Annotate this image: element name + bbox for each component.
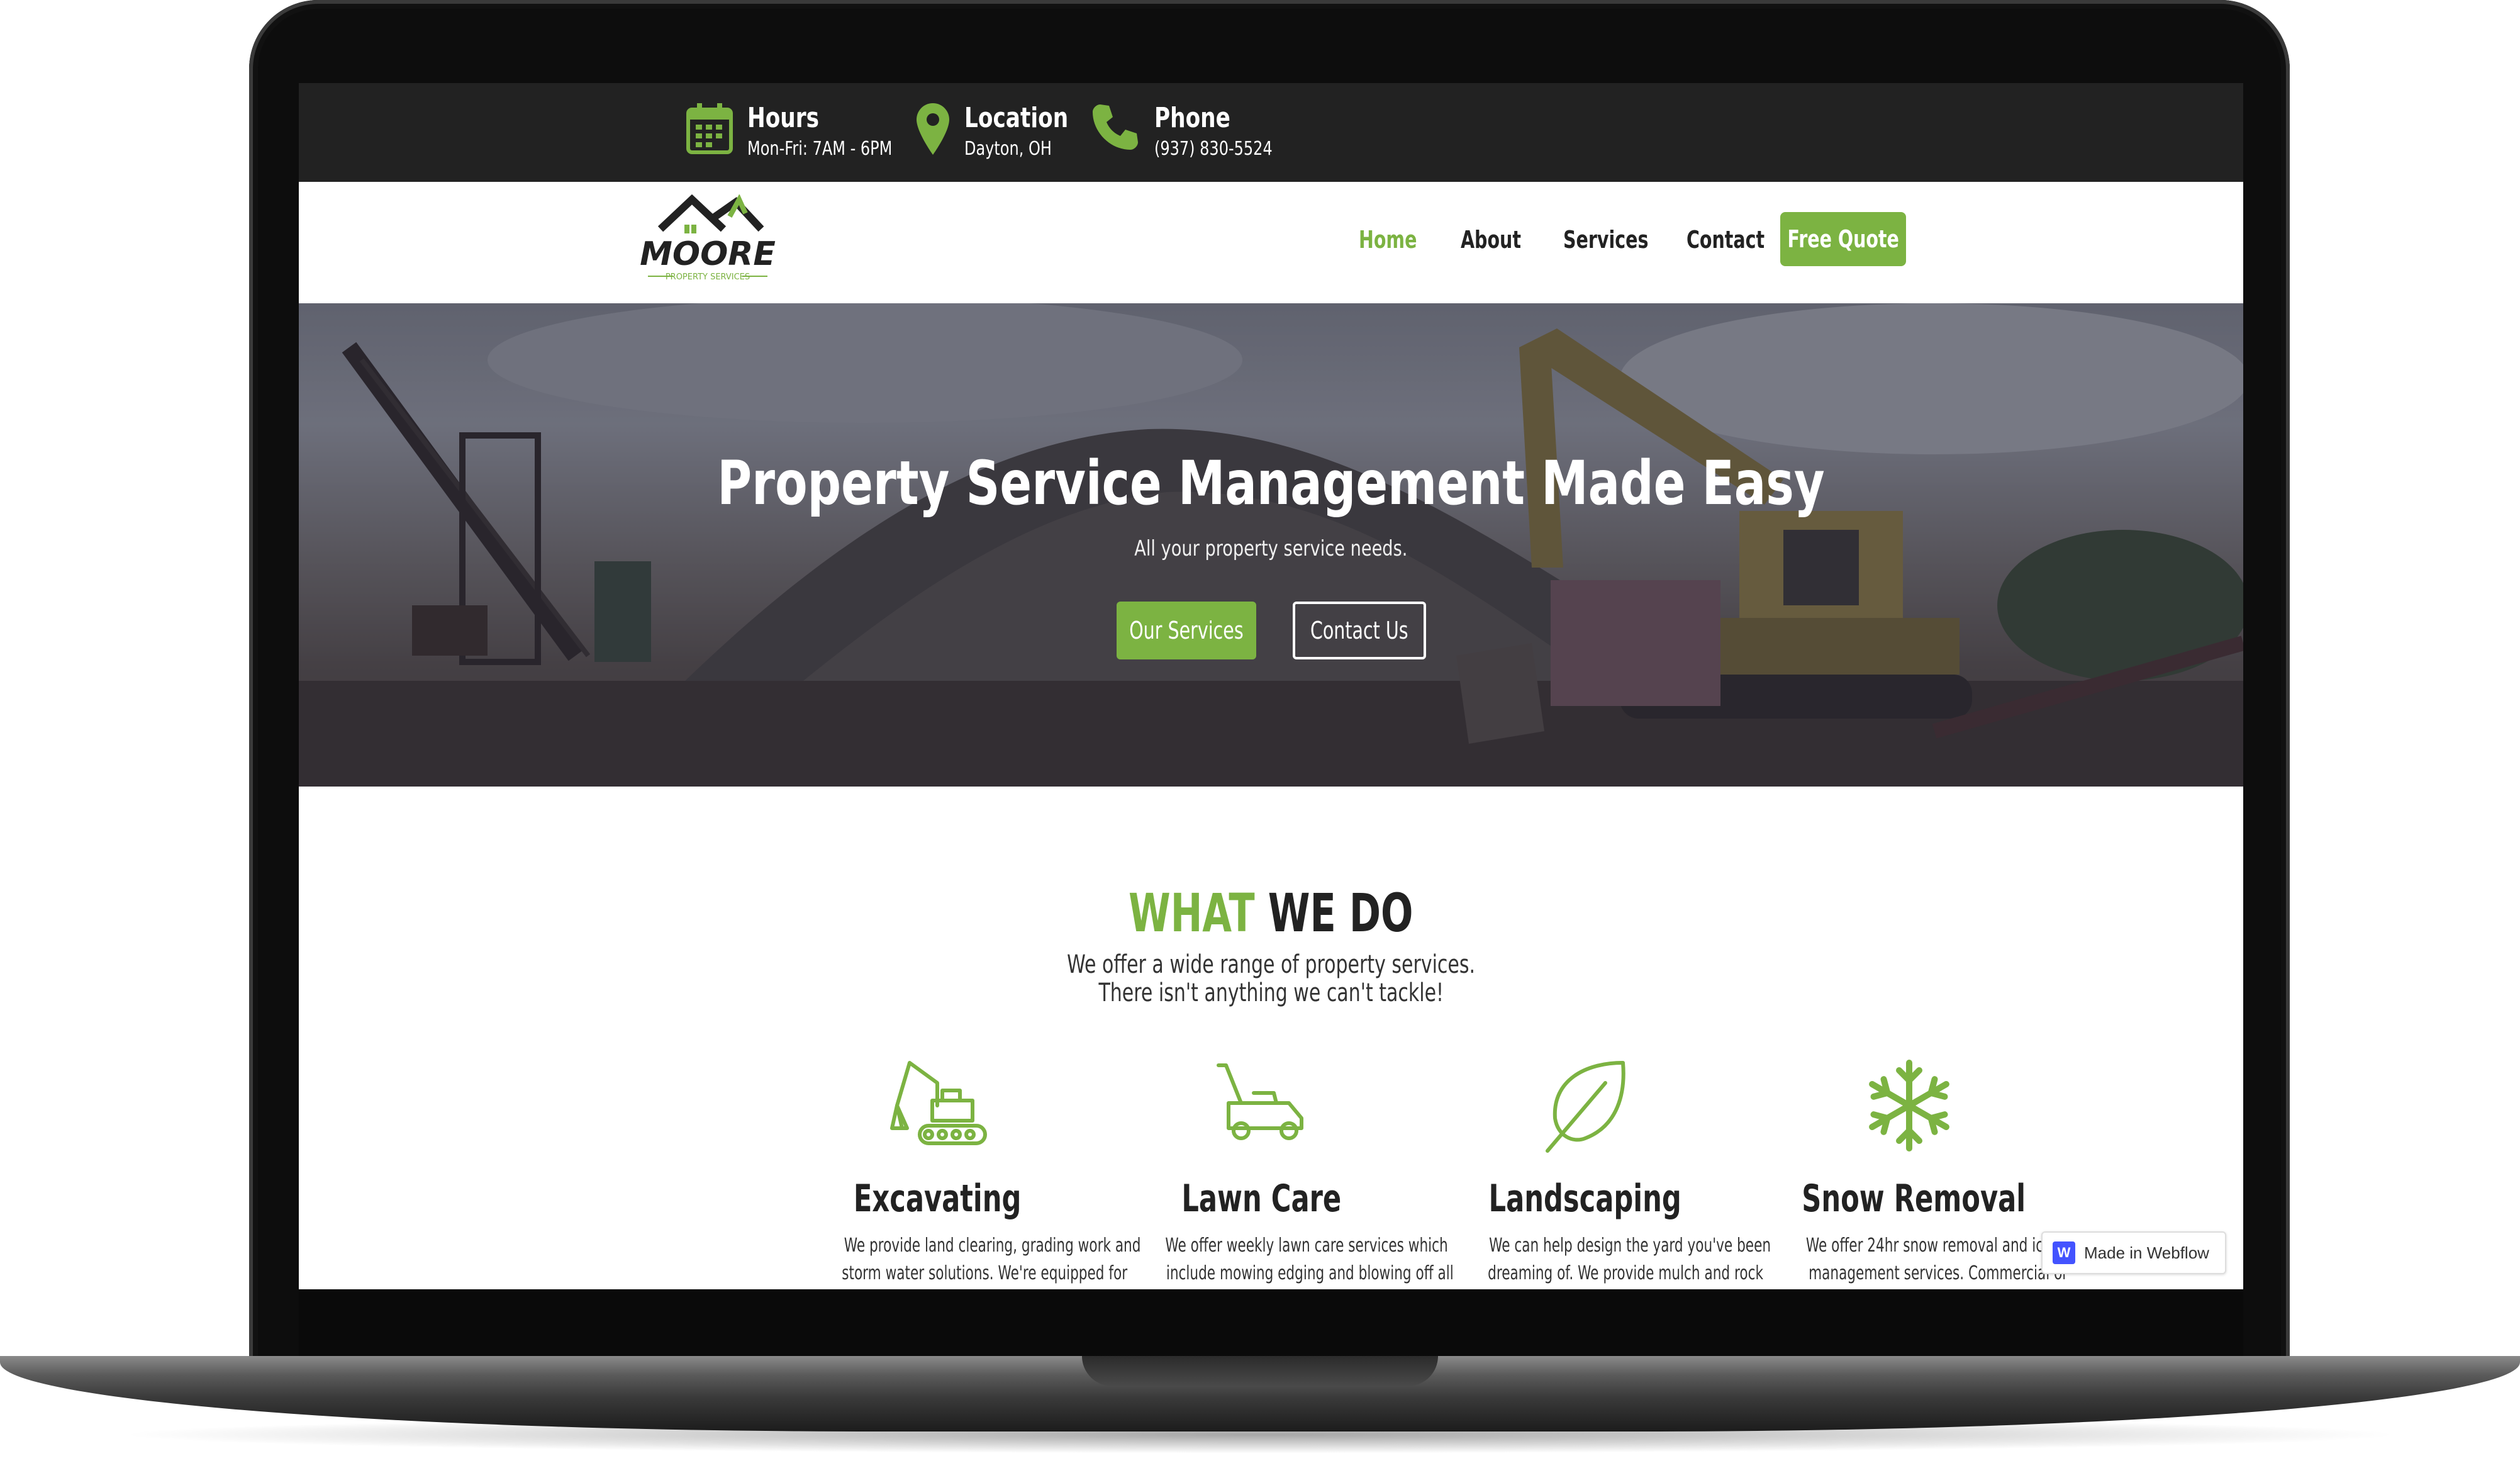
description-line-1: We offer 24hr snow removal and ice — [1805, 1235, 2052, 1257]
heading-accent: WHAT — [1129, 882, 1255, 944]
webflow-badge-text: Made in Webflow — [2084, 1243, 2209, 1262]
what-we-do-heading: WHAT WE DO — [299, 882, 2243, 944]
hero-title-text: Property Service Management Made Easy — [717, 448, 1825, 518]
top-info-bar: Hours Mon-Fri: 7AM - 6PM Location Dayton… — [299, 83, 2243, 182]
nav-services[interactable]: Services — [1563, 226, 1648, 254]
service-title-text: Excavating — [853, 1177, 1022, 1221]
service-title: Landscaping — [1434, 1177, 1736, 1221]
phone-info[interactable]: Phone (937) 830-5524 — [1090, 102, 1302, 164]
location-label: Location — [964, 102, 1069, 134]
hours-value: Mon-Fri: 7AM - 6PM — [747, 138, 893, 160]
webflow-logo-icon: W — [2053, 1241, 2075, 1264]
what-we-do-line-2: There isn't anything we can't tackle! — [299, 978, 2243, 1007]
excavator-icon — [786, 1052, 1088, 1159]
laptop-notch — [1082, 1356, 1438, 1386]
leaf-icon — [1434, 1052, 1736, 1159]
free-quote-label: Free Quote — [1787, 225, 1899, 253]
description-line-1: We can help design the yard you've been — [1489, 1235, 1771, 1257]
map-pin-icon — [915, 102, 951, 159]
service-excavating[interactable]: Excavating We provide land clearing, gra… — [786, 1052, 1140, 1287]
svg-text:MOORE: MOORE — [640, 235, 776, 273]
description-line-1: We offer weekly lawn care services which — [1165, 1235, 1448, 1257]
service-landscaping[interactable]: Landscaping We can help design the yard … — [1434, 1052, 1771, 1287]
line-1-text: We offer a wide range of property servic… — [1067, 950, 1475, 979]
lawn-mower-icon — [1110, 1052, 1412, 1159]
hours-info: Hours Mon-Fri: 7AM - 6PM — [686, 102, 928, 164]
snowflake-icon — [1758, 1052, 2060, 1159]
service-description: We offer 24hr snow removal and ice manage… — [1758, 1232, 2068, 1287]
location-value: Dayton, OH — [964, 138, 1052, 160]
description-line-2: management services. Commercial or — [1809, 1262, 2068, 1284]
service-snow-removal[interactable]: Snow Removal We offer 24hr snow removal … — [1758, 1052, 2068, 1287]
nav-about[interactable]: About — [1461, 226, 1521, 254]
moore-logo[interactable]: MOORE PROPERTY SERVICES — [635, 194, 780, 289]
service-title-text: Lawn Care — [1181, 1177, 1341, 1221]
service-title: Lawn Care — [1110, 1177, 1412, 1221]
hero-subtitle: All your property service needs. — [299, 536, 2243, 561]
service-title: Snow Removal — [1758, 1177, 2060, 1221]
location-info: Location Dayton, OH — [915, 102, 1098, 164]
nav-home[interactable]: Home — [1359, 226, 1417, 254]
hours-label: Hours — [747, 102, 820, 134]
our-services-button[interactable]: Our Services — [1117, 602, 1256, 659]
phone-label: Phone — [1154, 102, 1230, 134]
service-description: We provide land clearing, grading work a… — [786, 1232, 1140, 1287]
description-line-2: dreaming of. We provide mulch and rock — [1488, 1262, 1763, 1284]
main-nav: MOORE PROPERTY SERVICES Home About Servi… — [299, 182, 2243, 303]
laptop-bezel — [299, 1289, 2243, 1356]
calendar-icon — [686, 102, 733, 159]
description-line-1: We provide land clearing, grading work a… — [844, 1235, 1141, 1257]
made-in-webflow-badge[interactable]: W Made in Webflow — [2041, 1231, 2226, 1274]
hero-section: Property Service Management Made Easy Al… — [299, 303, 2243, 787]
hero-title: Property Service Management Made Easy — [299, 448, 2243, 518]
phone-value[interactable]: (937) 830-5524 — [1154, 135, 1273, 164]
nav-contact[interactable]: Contact — [1687, 226, 1765, 254]
line-2-text: There isn't anything we can't tackle! — [1098, 978, 1444, 1007]
service-description: We can help design the yard you've been d… — [1434, 1232, 1771, 1287]
service-description: We offer weekly lawn care services which… — [1110, 1232, 1453, 1287]
contact-us-label: Contact Us — [1310, 617, 1408, 644]
service-title: Excavating — [786, 1177, 1088, 1221]
service-title-text: Snow Removal — [1802, 1177, 2026, 1221]
heading-rest: WE DO — [1268, 882, 1413, 944]
website-screen: Hours Mon-Fri: 7AM - 6PM Location Dayton… — [299, 83, 2243, 1289]
service-lawn-care[interactable]: Lawn Care We offer weekly lawn care serv… — [1110, 1052, 1454, 1287]
what-we-do-line-1: We offer a wide range of property servic… — [299, 950, 2243, 979]
free-quote-button[interactable]: Free Quote — [1780, 212, 1906, 266]
contact-us-button[interactable]: Contact Us — [1293, 602, 1426, 659]
description-line-2: include mowing edging and blowing off al… — [1166, 1262, 1454, 1284]
our-services-label: Our Services — [1129, 617, 1244, 644]
hero-subtitle-text: All your property service needs. — [1134, 536, 1408, 561]
description-line-2: storm water solutions. We're equipped fo… — [842, 1262, 1128, 1284]
phone-icon — [1090, 102, 1140, 155]
service-title-text: Landscaping — [1488, 1177, 1682, 1221]
svg-text:PROPERTY SERVICES: PROPERTY SERVICES — [666, 272, 750, 282]
